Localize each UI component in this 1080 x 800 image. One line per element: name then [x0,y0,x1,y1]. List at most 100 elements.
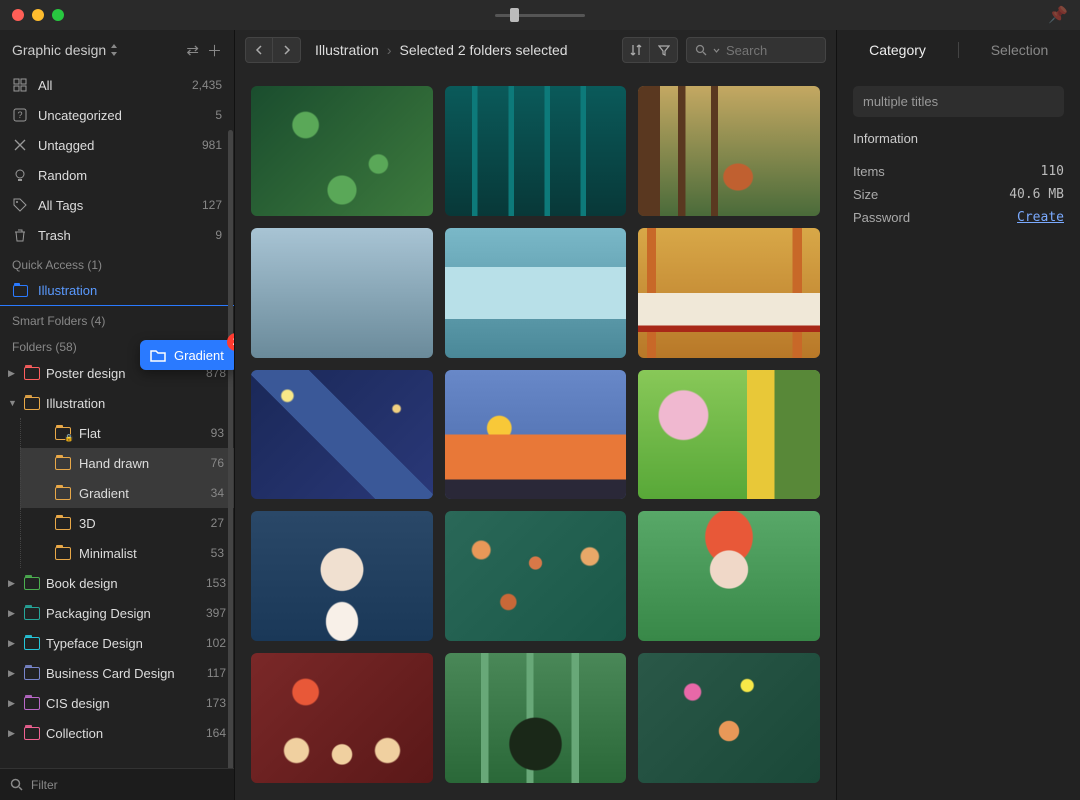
search-input[interactable] [726,43,816,58]
sidebar-smart-untagged[interactable]: Untagged 981 [0,130,234,160]
disclosure-icon[interactable]: ▶ [8,728,18,739]
breadcrumb-a[interactable]: Illustration [315,42,379,58]
folder-business-card-design[interactable]: ▶Business Card Design117 [0,658,234,688]
info-row-size: Size40.6 MB [853,183,1064,206]
pin-icon[interactable]: 📌 [1048,5,1068,25]
tab-selection[interactable]: Selection [959,30,1080,70]
title-field[interactable]: multiple titles [853,86,1064,117]
thumbnail[interactable] [445,86,627,216]
folder-count: 164 [206,726,226,740]
folder-label: Business Card Design [46,666,201,681]
info-row-password[interactable]: PasswordCreate [853,206,1064,229]
disclosure-icon[interactable]: ▶ [8,638,18,649]
thumbnail-size-slider[interactable] [495,14,585,17]
thumbnail[interactable] [251,370,433,500]
drag-pill-label: Gradient [174,348,224,363]
thumbnail[interactable] [251,228,433,358]
sidebar-smart-all-tags[interactable]: All Tags127 [0,190,234,220]
sidebar-smart-trash[interactable]: Trash9 [0,220,234,250]
thumbnail[interactable] [445,653,627,783]
subfolder-hand-drawn[interactable]: Hand drawn76 [20,448,234,478]
thumbnail[interactable] [445,228,627,358]
swap-icon[interactable]: ⇄ [186,41,199,59]
thumbnail[interactable] [251,511,433,641]
info-value[interactable]: Create [1017,210,1064,225]
disclosure-icon[interactable]: ▶ [8,368,18,379]
search-box[interactable] [686,37,826,63]
folder-icon [24,397,40,410]
subfolder-flat[interactable]: 🔒Flat93 [20,418,234,448]
sidebar-smart-uncategorized[interactable]: ?Uncategorized5 [0,100,234,130]
thumbnail[interactable] [638,653,820,783]
sort-button[interactable] [622,37,650,63]
subfolder-label: Flat [77,426,205,441]
row-count: 981 [202,138,222,152]
folder-icon [150,348,166,362]
disclosure-icon[interactable]: ▶ [8,698,18,709]
drag-pill: Gradient 2 [140,340,234,370]
forward-button[interactable] [273,37,301,63]
filter-button[interactable] [650,37,678,63]
library-name: Graphic design [12,42,106,58]
folder-label: Book design [46,576,200,591]
minimize-button[interactable] [32,9,44,21]
breadcrumb: Illustration › Selected 2 folders select… [309,42,614,58]
folder-book-design[interactable]: ▶Book design153 [0,568,234,598]
quick-access-item[interactable]: Illustration [0,276,234,306]
maximize-button[interactable] [52,9,64,21]
info-value: 110 [1041,164,1064,179]
subfolder-label: Hand drawn [77,456,205,471]
folder-typeface-design[interactable]: ▶ Typeface Design 102 [0,628,234,658]
info-row-items: Items110 [853,160,1064,183]
row-label: All [38,78,182,93]
thumbnail[interactable] [638,228,820,358]
folder-packaging-design[interactable]: ▶Packaging Design397 [0,598,234,628]
thumbnail[interactable] [638,86,820,216]
chevron-right-icon: › [387,42,392,58]
subfolder-minimalist[interactable]: Minimalist53 [20,538,234,568]
disclosure-icon[interactable]: ▶ [8,668,18,679]
sidebar-filter[interactable]: Filter [0,768,234,800]
folder-label: Typeface Design [46,636,200,651]
add-icon[interactable]: ＋ [207,40,222,61]
disclosure-icon[interactable]: ▼ [8,398,18,408]
search-icon [10,778,23,791]
subfolder-gradient[interactable]: Gradient34 [20,478,234,508]
breadcrumb-b: Selected 2 folders selected [399,42,567,58]
sidebar-scrollbar[interactable] [228,130,233,768]
sidebar-smart-all[interactable]: All2,435 [0,70,234,100]
sidebar-smart-random[interactable]: Random [0,160,234,190]
library-switcher[interactable]: Graphic design [12,42,178,58]
folder-count: 102 [206,636,226,650]
disclosure-icon[interactable]: ▶ [8,578,18,589]
thumbnail-grid [235,70,836,800]
tab-category[interactable]: Category [837,30,958,70]
back-button[interactable] [245,37,273,63]
folder-illustration[interactable]: ▼Illustration [0,388,234,418]
filter-placeholder: Filter [31,778,58,792]
lock-icon: 🔒 [65,434,73,442]
folder-icon [12,285,28,297]
folder-icon [55,457,71,470]
thumbnail[interactable] [251,86,433,216]
folder-icon [24,667,40,680]
close-button[interactable] [12,9,24,21]
folder-icon [24,697,40,710]
folder-cis-design[interactable]: ▶CIS design173 [0,688,234,718]
thumbnail[interactable] [638,511,820,641]
nav-buttons [245,37,301,63]
row-label: Untagged [38,138,192,153]
disclosure-icon[interactable]: ▶ [8,608,18,619]
row-label: Uncategorized [38,108,205,123]
subfolder-3d[interactable]: 3D27 [20,508,234,538]
thumbnail[interactable] [445,370,627,500]
thumbnail[interactable] [251,653,433,783]
subfolder-label: 3D [77,516,205,531]
folder-collection[interactable]: ▶Collection164 [0,718,234,748]
drag-pill-badge: 2 [227,333,234,351]
thumbnail[interactable] [445,511,627,641]
subfolder-label: Minimalist [77,546,205,561]
info-pane: Category Selection multiple titles Infor… [836,30,1080,800]
row-count: 127 [202,198,222,212]
thumbnail[interactable] [638,370,820,500]
